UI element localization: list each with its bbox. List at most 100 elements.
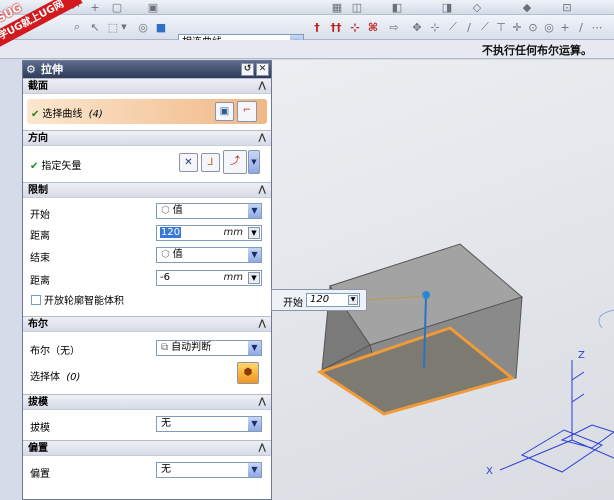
start-type-select[interactable]: ⬡ 值 ▼ <box>156 203 262 219</box>
collapse-icon: ⋀ <box>258 185 266 195</box>
selection-toolbar: ⌕ ↖ ⬚ ▼ ◎ ■ 相连曲线 ▼ † †† ⊹ ⌘ ⇨ ✥ ⊹ ⟋ / ⟋ … <box>0 15 614 51</box>
check-icon: ✔ <box>30 161 39 172</box>
limits-body: 开始 ⬡ 值 ▼ 距离 120 mm ▼ 结束 ⬡ 值 ▼ 距离 -6 mm ▼ 开… <box>23 198 271 316</box>
plus-icon[interactable]: + <box>88 0 102 14</box>
snap-line-icon[interactable]: ⟋ <box>446 20 460 34</box>
grid-icon[interactable]: ▦ <box>330 0 344 14</box>
face-select-icon[interactable]: ◎ <box>136 20 150 34</box>
value-menu-icon[interactable]: ▼ <box>248 272 260 284</box>
boolean-section-label: 布尔 <box>28 319 48 330</box>
close-button[interactable]: ✕ <box>256 63 269 76</box>
snap-tangent-icon[interactable]: ⟋ <box>478 20 492 34</box>
chevron-down-icon: ▼ <box>248 204 261 218</box>
chevron-down-icon[interactable]: ▼ <box>348 295 358 305</box>
wire-icon[interactable]: ◇ <box>470 0 484 14</box>
end-type-value: 值 <box>172 249 183 260</box>
paste-icon[interactable]: ▣ <box>146 0 160 14</box>
end-type-select[interactable]: ⬡ 值 ▼ <box>156 247 262 263</box>
shade-icon[interactable]: ◆ <box>520 0 534 14</box>
collapse-icon: ⋀ <box>258 81 266 91</box>
x-axis-glyph: X <box>486 466 493 477</box>
start-label: 开始 <box>30 210 50 221</box>
shortcut-icon[interactable]: ⇨ <box>386 20 402 34</box>
select-body-count: (0) <box>66 372 81 383</box>
boolean-select[interactable]: ⧉ 自动判断 ▼ <box>156 340 262 356</box>
reverse-direction-icon[interactable]: ✕ <box>179 153 198 172</box>
copy-icon[interactable]: ▢ <box>110 0 124 14</box>
end-distance-input[interactable]: -6 mm ▼ <box>156 270 262 286</box>
move-icon[interactable]: ✥ <box>410 20 424 34</box>
offset-value: 无 <box>161 464 171 475</box>
boolean-label: 布尔（无） <box>30 346 80 357</box>
open-profile-label: 开放轮廓智能体积 <box>44 296 124 307</box>
onscreen-start-input[interactable]: 开始 120 ▼ <box>271 289 367 311</box>
chevron-down-icon: ▼ <box>248 248 261 262</box>
vector-type-icon[interactable]: ⤴ <box>223 150 247 174</box>
direction-body: ✔ 指定矢量 ✕ ⅃ ⤴ ▼ <box>23 146 271 182</box>
select-curve-label: 选择曲线 <box>42 109 83 120</box>
view-icon[interactable]: ◧ <box>390 0 404 14</box>
layer-icon[interactable]: ◫ <box>350 0 364 14</box>
snap-on-curve-icon[interactable]: / <box>574 20 588 34</box>
select-curve-row[interactable]: ✔ 选择曲线 (4) ▣ ⌐ <box>27 99 267 124</box>
end-distance-value: -6 <box>160 272 170 283</box>
feature-curves-icon[interactable]: ⊹ <box>348 20 362 34</box>
select-body-label: 选择体 <box>30 372 60 383</box>
open-profile-checkbox[interactable] <box>31 295 41 305</box>
gear-icon[interactable]: ⚙ <box>26 61 36 78</box>
fit-icon[interactable]: ⊡ <box>560 0 574 14</box>
start-distance-value: 120 <box>160 227 182 238</box>
onscreen-start-field[interactable]: 120 ▼ <box>306 293 360 307</box>
body-select-icon[interactable]: ■ <box>154 20 168 34</box>
section-header-limits[interactable]: 限制 ⋀ <box>23 182 271 198</box>
curve-section-icon[interactable]: ⌐ <box>237 101 257 122</box>
reset-button[interactable]: ↺ <box>241 63 254 76</box>
cube-icon: ⬡ <box>161 205 170 216</box>
snap-on-face-icon[interactable]: ⋯ <box>590 20 604 34</box>
cube-icon: ⬡ <box>161 249 170 260</box>
dialog-title: 拉伸 <box>41 63 63 76</box>
draft-body: 拔模 无 ▼ <box>23 410 271 440</box>
offset-select[interactable]: 无 ▼ <box>156 462 262 478</box>
snap-quad-icon[interactable]: ◎ <box>542 20 556 34</box>
render-icon[interactable]: ◨ <box>440 0 454 14</box>
snap-center-icon[interactable]: ⊙ <box>526 20 540 34</box>
wcs-triad <box>499 360 614 473</box>
status-bar: 不执行任何布尔运算。 <box>0 40 614 59</box>
rotate-arc <box>598 309 614 329</box>
end-label: 结束 <box>30 253 50 264</box>
section-header-draft[interactable]: 拔模 ⋀ <box>23 394 271 410</box>
start-distance-input[interactable]: 120 mm ▼ <box>156 225 262 241</box>
viewport-canvas: Z X <box>316 243 614 477</box>
snap-point-icon[interactable]: + <box>558 20 572 34</box>
onscreen-start-label: 开始 <box>283 298 303 309</box>
chevron-down-icon: ▼ <box>248 417 261 431</box>
snap-mid-icon[interactable]: / <box>462 20 476 34</box>
snap-perp-icon[interactable]: ⊤ <box>494 20 508 34</box>
pointer-icon[interactable]: ↖ <box>88 20 102 34</box>
chevron-down-icon: ▼ <box>248 463 261 477</box>
snap-cross-icon[interactable]: ✛ <box>510 20 524 34</box>
dropdown-small-icon[interactable]: ▼ <box>120 20 128 34</box>
draft-select[interactable]: 无 ▼ <box>156 416 262 432</box>
path-icon[interactable]: ⌘ <box>366 20 380 34</box>
value-menu-icon[interactable]: ▼ <box>248 227 260 239</box>
graphics-viewport[interactable]: Z X <box>272 60 614 500</box>
snap-end-icon[interactable]: ⊹ <box>428 20 442 34</box>
select-curve-count: (4) <box>88 109 103 120</box>
section-header-offset[interactable]: 偏置 ⋀ <box>23 440 271 456</box>
stop-at-intersection-icon[interactable]: † <box>310 20 324 34</box>
sketch-section-icon[interactable]: ▣ <box>215 102 234 121</box>
rect-select-icon[interactable]: ⬚ <box>106 20 120 34</box>
draft-label: 拔模 <box>30 423 50 434</box>
select-body-button[interactable]: ⬢ <box>237 362 259 384</box>
vector-dropdown-icon[interactable]: ▼ <box>248 150 260 174</box>
follow-fillet-icon[interactable]: †† <box>328 20 344 34</box>
end-distance-label: 距离 <box>30 276 50 287</box>
section-header-section[interactable]: 截面 ⋀ <box>23 78 271 94</box>
vector-dialog-icon[interactable]: ⅃ <box>201 153 220 172</box>
section-header-direction[interactable]: 方向 ⋀ <box>23 130 271 146</box>
section-header-boolean[interactable]: 布尔 ⋀ <box>23 316 271 332</box>
status-message: 不执行任何布尔运算。 <box>482 44 592 57</box>
direction-vector-handle[interactable] <box>422 291 430 299</box>
